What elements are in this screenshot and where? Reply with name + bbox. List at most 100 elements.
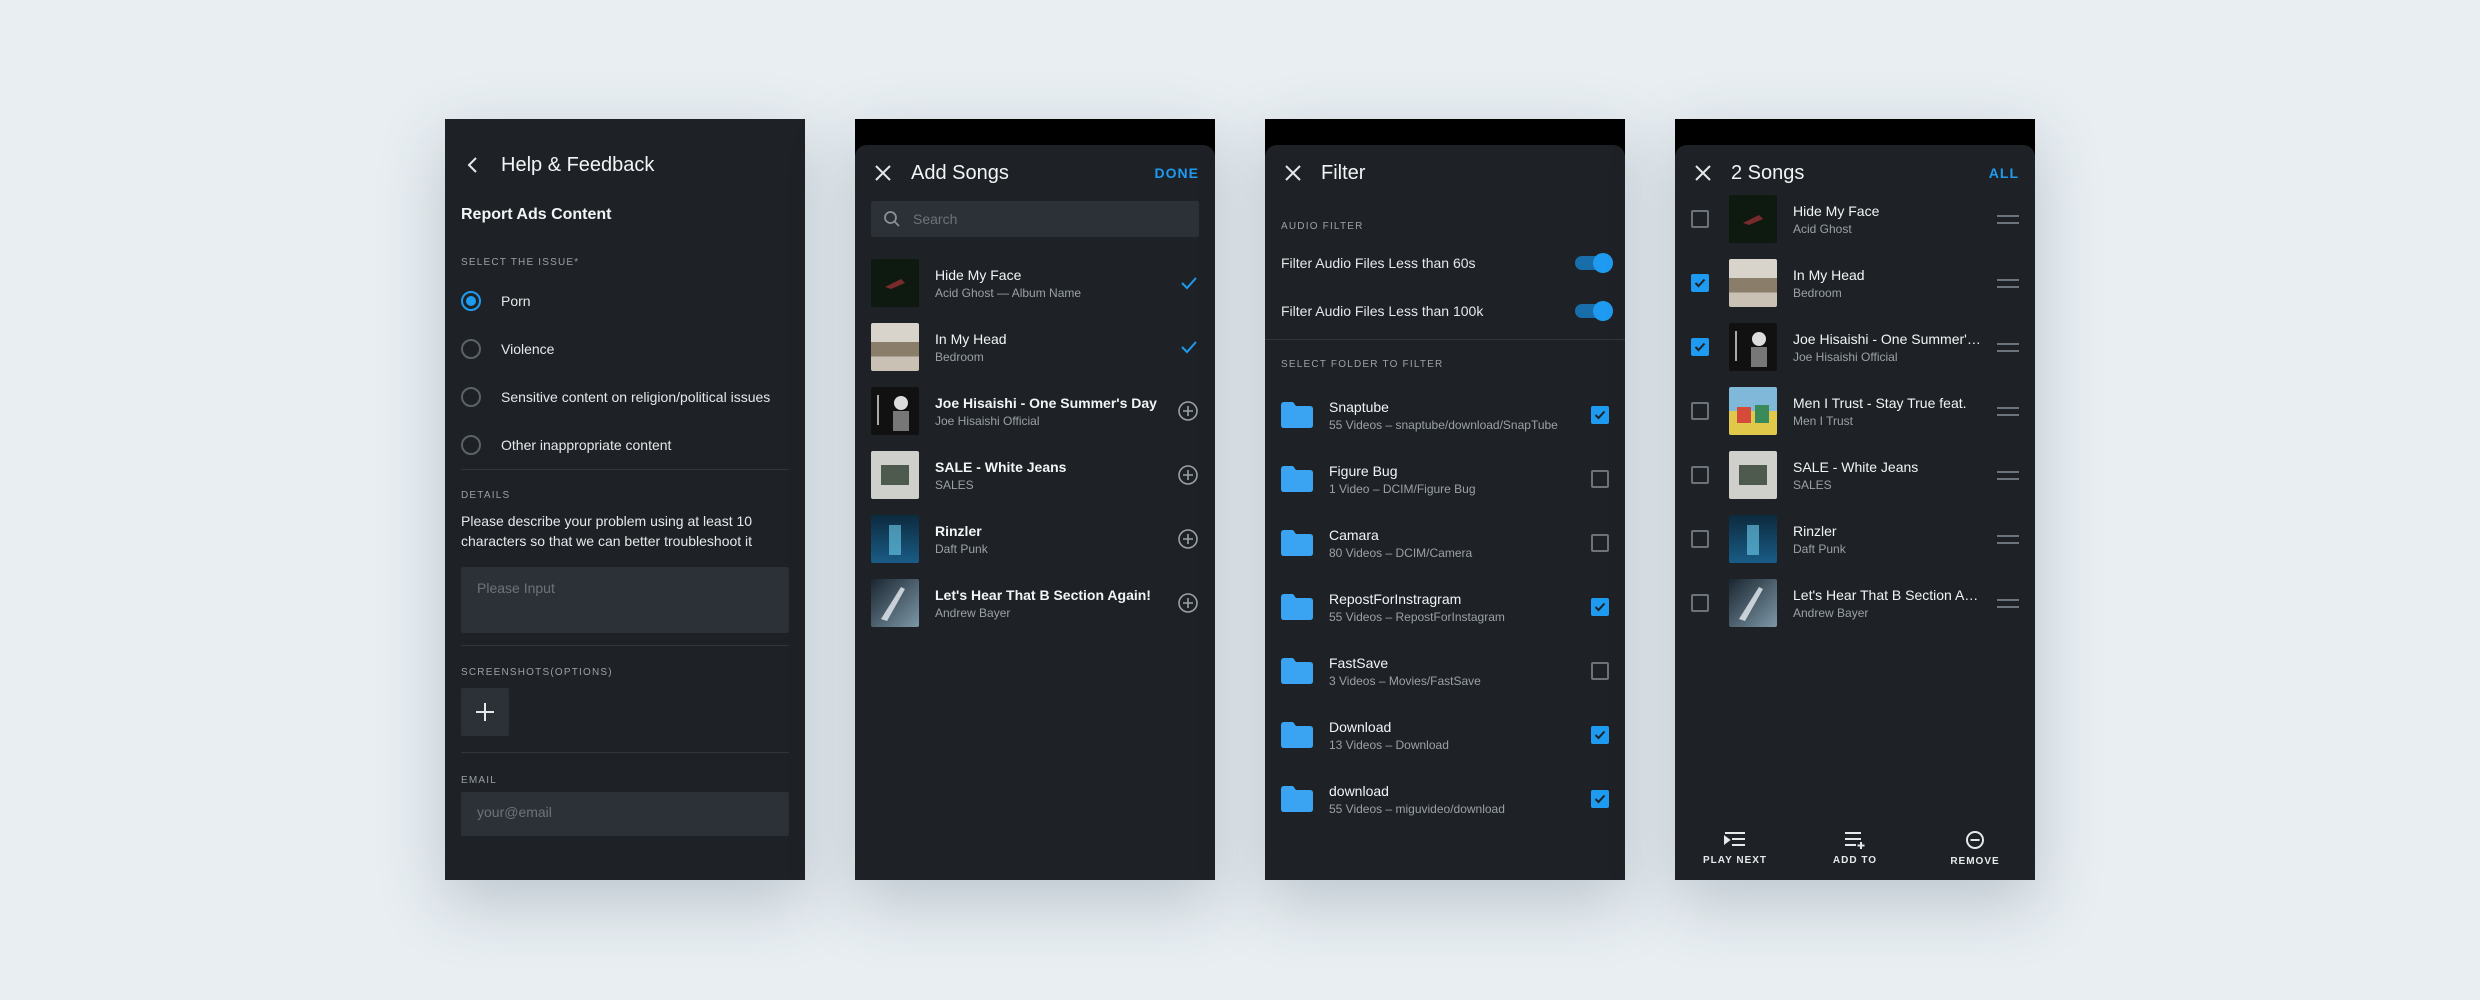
toggle-switch[interactable] [1575, 253, 1613, 273]
song-row[interactable]: Let's Hear That B Section Again! Andrew B… [871, 571, 1199, 635]
checkbox[interactable] [1691, 594, 1709, 612]
song-row[interactable]: Hide My Face Acid Ghost — Album Name [871, 251, 1199, 315]
close-icon[interactable] [871, 161, 895, 185]
search-bar[interactable] [871, 201, 1199, 237]
checkbox[interactable] [1691, 530, 1709, 548]
toggle-switch[interactable] [1575, 301, 1613, 321]
selection-row[interactable]: In My Head Bedroom [1691, 251, 2019, 315]
album-art [871, 515, 919, 563]
song-title: SALE - White Jeans [1793, 458, 1919, 475]
song-subtitle: Andrew Bayer [935, 605, 1011, 620]
selection-row[interactable]: Rinzler Daft Punk [1691, 507, 2019, 571]
song-subtitle: SALES [935, 477, 974, 492]
add-to-button[interactable]: ADD TO [1810, 831, 1900, 866]
checkbox[interactable] [1691, 466, 1709, 484]
song-row[interactable]: In My Head Bedroom [871, 315, 1199, 379]
checkbox[interactable] [1691, 402, 1709, 420]
radio-label: Sensitive content on religion/political … [501, 389, 771, 405]
toggle-label: Filter Audio Files Less than 100k [1281, 303, 1484, 319]
song-row[interactable]: Joe Hisaishi - One Summer's Day Joe Hisai… [871, 379, 1199, 443]
drag-handle-icon[interactable] [1997, 406, 2019, 416]
checkbox[interactable] [1591, 662, 1609, 680]
folder-row[interactable]: Figure Bug 1 Video – DCIM/Figure Bug [1281, 447, 1609, 511]
drag-handle-icon[interactable] [1997, 214, 2019, 224]
toggle-row-100k[interactable]: Filter Audio Files Less than 100k [1281, 287, 1613, 335]
folder-row[interactable]: Snaptube 55 Videos – snaptube/download/Sn… [1281, 383, 1609, 447]
page-title: 2 Songs [1731, 161, 1805, 184]
folder-subtitle: 55 Videos – RepostForInstagram [1329, 609, 1505, 624]
song-row[interactable]: SALE - White Jeans SALES [871, 443, 1199, 507]
song-title: Rinzler [1793, 522, 1837, 539]
selection-row[interactable]: Men I Trust - Stay True feat. Men I Trust [1691, 379, 2019, 443]
song-subtitle: Bedroom [935, 349, 984, 364]
radio-option-sensitive[interactable]: Sensitive content on religion/political … [461, 373, 789, 421]
selection-row[interactable]: SALE - White Jeans SALES [1691, 443, 2019, 507]
drag-handle-icon[interactable] [1997, 598, 2019, 608]
radio-option-violence[interactable]: Violence [461, 325, 789, 373]
song-row[interactable]: Rinzler Daft Punk [871, 507, 1199, 571]
folder-row[interactable]: FastSave 3 Videos – Movies/FastSave [1281, 639, 1609, 703]
drag-handle-icon[interactable] [1997, 470, 2019, 480]
toggle-row-60s[interactable]: Filter Audio Files Less than 60s [1281, 239, 1613, 287]
folder-row[interactable]: Camara 80 Videos – DCIM/Camera [1281, 511, 1609, 575]
drag-handle-icon[interactable] [1997, 534, 2019, 544]
drag-handle-icon[interactable] [1997, 342, 2019, 352]
drag-handle-icon[interactable] [1997, 278, 2019, 288]
done-button[interactable]: DONE [1155, 165, 1199, 181]
folder-row[interactable]: RepostForInstragram 55 Videos – RepostFor… [1281, 575, 1609, 639]
song-title: SALE - White Jeans [935, 458, 1067, 475]
radio-button[interactable] [461, 387, 481, 407]
folder-row[interactable]: Download 13 Videos – Download [1281, 703, 1609, 767]
checkbox[interactable] [1691, 210, 1709, 228]
checkbox[interactable] [1591, 470, 1609, 488]
check-icon[interactable] [1179, 337, 1199, 357]
close-icon[interactable] [1281, 161, 1305, 185]
radio-button[interactable] [461, 291, 481, 311]
add-circle-icon[interactable] [1177, 464, 1199, 486]
folder-icon [1281, 658, 1313, 684]
album-art [871, 323, 919, 371]
email-input[interactable]: your@email [461, 792, 789, 836]
selection-row[interactable]: Joe Hisaishi - One Summer's Day Joe Hisai… [1691, 315, 2019, 379]
check-icon [1594, 730, 1606, 740]
back-icon[interactable] [461, 153, 485, 177]
details-input[interactable]: Please Input [461, 567, 789, 633]
play-next-button[interactable]: PLAY NEXT [1690, 831, 1780, 866]
check-icon [1694, 342, 1706, 352]
checkbox[interactable] [1691, 338, 1709, 356]
action-bar: PLAY NEXT ADD TO REMOVE [1675, 816, 2035, 880]
selection-row[interactable]: Let's Hear That B Section Again! Andrew B… [1691, 571, 2019, 635]
add-circle-icon[interactable] [1177, 528, 1199, 550]
check-icon [1594, 410, 1606, 420]
add-circle-icon[interactable] [1177, 592, 1199, 614]
folder-row[interactable]: download 55 Videos – miguvideo/download [1281, 767, 1609, 831]
radio-label: Porn [501, 293, 531, 309]
filter-header: Filter [1265, 151, 1625, 195]
page-title: Help & Feedback [501, 153, 655, 176]
checkbox[interactable] [1591, 534, 1609, 552]
checkbox[interactable] [1591, 726, 1609, 744]
checkbox[interactable] [1591, 598, 1609, 616]
select-all-button[interactable]: ALL [1989, 165, 2019, 181]
search-input[interactable] [913, 211, 1173, 227]
add-circle-icon[interactable] [1177, 400, 1199, 422]
folder-name: Figure Bug [1329, 462, 1398, 479]
radio-button[interactable] [461, 339, 481, 359]
folder-icon [1281, 722, 1313, 748]
radio-option-other[interactable]: Other inappropriate content [461, 421, 789, 469]
checkbox[interactable] [1591, 790, 1609, 808]
plus-icon [476, 703, 494, 721]
folder-subtitle: 13 Videos – Download [1329, 737, 1449, 752]
remove-button[interactable]: REMOVE [1930, 830, 2020, 867]
close-icon[interactable] [1691, 161, 1715, 185]
radio-option-porn[interactable]: Porn [461, 277, 789, 325]
checkbox[interactable] [1591, 406, 1609, 424]
check-icon[interactable] [1179, 273, 1199, 293]
folder-icon [1281, 594, 1313, 620]
folder-name: Snaptube [1329, 398, 1389, 415]
radio-button[interactable] [461, 435, 481, 455]
album-art [871, 579, 919, 627]
checkbox[interactable] [1691, 274, 1709, 292]
selection-row[interactable]: Hide My Face Acid Ghost [1691, 187, 2019, 251]
add-screenshot-button[interactable] [461, 688, 509, 736]
